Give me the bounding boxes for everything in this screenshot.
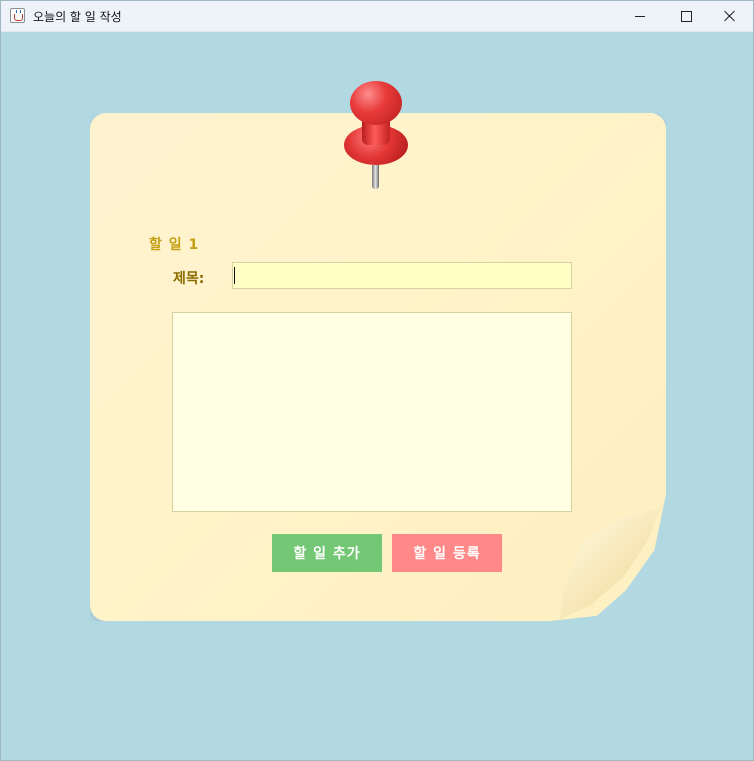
pin-needle (372, 165, 379, 189)
todo-heading: 할 일 1 (149, 237, 200, 253)
close-button[interactable] (707, 1, 753, 31)
app-window: 오늘의 할 일 작성 할 일 1 제목: 할 일 추가 할 일 등록 (0, 0, 754, 761)
minimize-button[interactable] (617, 1, 663, 31)
text-caret (234, 267, 235, 284)
maximize-icon (680, 10, 692, 22)
content-textarea[interactable] (172, 312, 572, 512)
minimize-icon (635, 15, 645, 17)
add-todo-button[interactable]: 할 일 추가 (272, 534, 382, 572)
maximize-button[interactable] (663, 1, 709, 31)
register-todo-button[interactable]: 할 일 등록 (392, 534, 502, 572)
java-cup-icon (10, 8, 25, 23)
title-label: 제목: (173, 271, 205, 287)
pin-head (350, 81, 402, 125)
window-title: 오늘의 할 일 작성 (33, 10, 122, 24)
title-input[interactable] (232, 262, 572, 289)
close-icon (724, 10, 736, 22)
title-bar[interactable]: 오늘의 할 일 작성 (1, 1, 753, 32)
pushpin-icon (341, 81, 411, 191)
